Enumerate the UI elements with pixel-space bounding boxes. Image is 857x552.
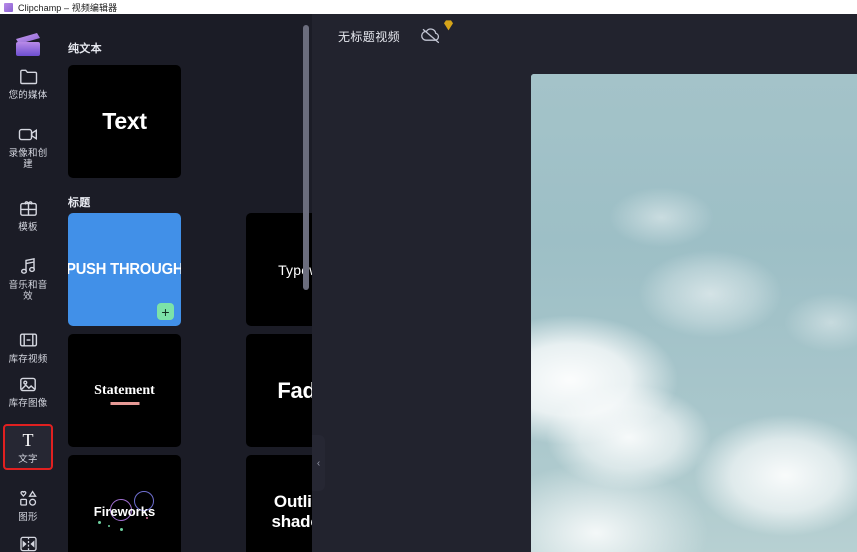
window-title-bar: Clipchamp – 视频编辑器 [0, 0, 857, 14]
sidebar-item-label: 模板 [18, 222, 38, 233]
sidebar-item-label: 录像和创 建 [8, 148, 48, 170]
transition-icon [17, 534, 39, 552]
section-header-titles: 标题 [68, 197, 91, 209]
sidebar-item-label: 文字 [18, 454, 38, 465]
film-strip-icon [17, 330, 39, 350]
firework-spark-icon [98, 521, 101, 524]
left-navigation-rail: 您的媒体 录像和创 建 模板 音乐和音 效 库存视频 库存图像 T 文字 图形 [0, 14, 56, 552]
project-toolbar: 无标题视频 [312, 14, 857, 60]
sidebar-item-music-sfx[interactable]: 音乐和音 效 [3, 252, 53, 305]
library-scrollbar-thumb[interactable] [303, 25, 309, 290]
sidebar-item-label: 库存图像 [8, 398, 48, 409]
text-style-plain[interactable]: Text [68, 65, 181, 178]
clapperboard-icon [4, 2, 13, 12]
firework-spark-icon [108, 525, 110, 527]
sidebar-item-label: 您的媒体 [8, 90, 48, 101]
video-camera-icon [17, 124, 39, 144]
video-preview-canvas[interactable] [531, 74, 857, 552]
window-title: Clipchamp – 视频编辑器 [18, 2, 118, 13]
grid-gift-icon [17, 198, 39, 218]
tile-label: Text [102, 108, 147, 134]
diamond-badge-icon[interactable] [442, 19, 455, 32]
sidebar-item-record-create[interactable]: 录像和创 建 [3, 120, 53, 173]
folder-icon [17, 66, 39, 86]
sidebar-item-stock-image[interactable]: 库存图像 [3, 370, 53, 412]
text-library-panel: 纯文本 Text 标题 PUSH THROUGH + Typewr Statem… [56, 14, 312, 552]
text-style-push-through[interactable]: PUSH THROUGH + [68, 213, 181, 326]
clipchamp-logo[interactable] [13, 32, 43, 58]
statement-underline [110, 402, 139, 405]
picture-icon [17, 374, 39, 394]
project-title[interactable]: 无标题视频 [338, 28, 400, 45]
preview-frame-sky-clouds [531, 74, 857, 552]
sidebar-item-label: 图形 [18, 512, 38, 523]
text-style-fireworks[interactable]: Fireworks [68, 455, 181, 552]
tile-label: Fireworks [93, 504, 156, 519]
sidebar-item-transitions[interactable] [3, 530, 53, 552]
sidebar-item-templates[interactable]: 模板 [3, 194, 53, 236]
firework-spark-icon [120, 528, 123, 531]
section-header-plain-text: 纯文本 [68, 43, 102, 55]
sidebar-item-your-media[interactable]: 您的媒体 [3, 62, 53, 104]
app-shell: 您的媒体 录像和创 建 模板 音乐和音 效 库存视频 库存图像 T 文字 图形 … [0, 14, 857, 552]
music-note-icon [17, 256, 39, 276]
add-to-timeline-button[interactable]: + [157, 303, 174, 320]
sidebar-item-label: 库存视频 [8, 354, 48, 365]
editor-area: 无标题视频 [312, 14, 857, 552]
chevron-left-icon: ‹ [316, 457, 321, 469]
tile-label: PUSH THROUGH [68, 260, 181, 278]
tile-label: Statement [94, 382, 155, 398]
shapes-icon [17, 488, 39, 508]
sidebar-item-text[interactable]: T 文字 [3, 424, 53, 470]
sidebar-item-stock-video[interactable]: 库存视频 [3, 326, 53, 368]
letter-t-icon: T [22, 429, 34, 450]
text-style-statement[interactable]: Statement [68, 334, 181, 447]
sidebar-item-graphics[interactable]: 图形 [3, 484, 53, 526]
sidebar-item-label: 音乐和音 效 [8, 280, 48, 302]
collapse-panel-button[interactable]: ‹ [312, 435, 325, 491]
